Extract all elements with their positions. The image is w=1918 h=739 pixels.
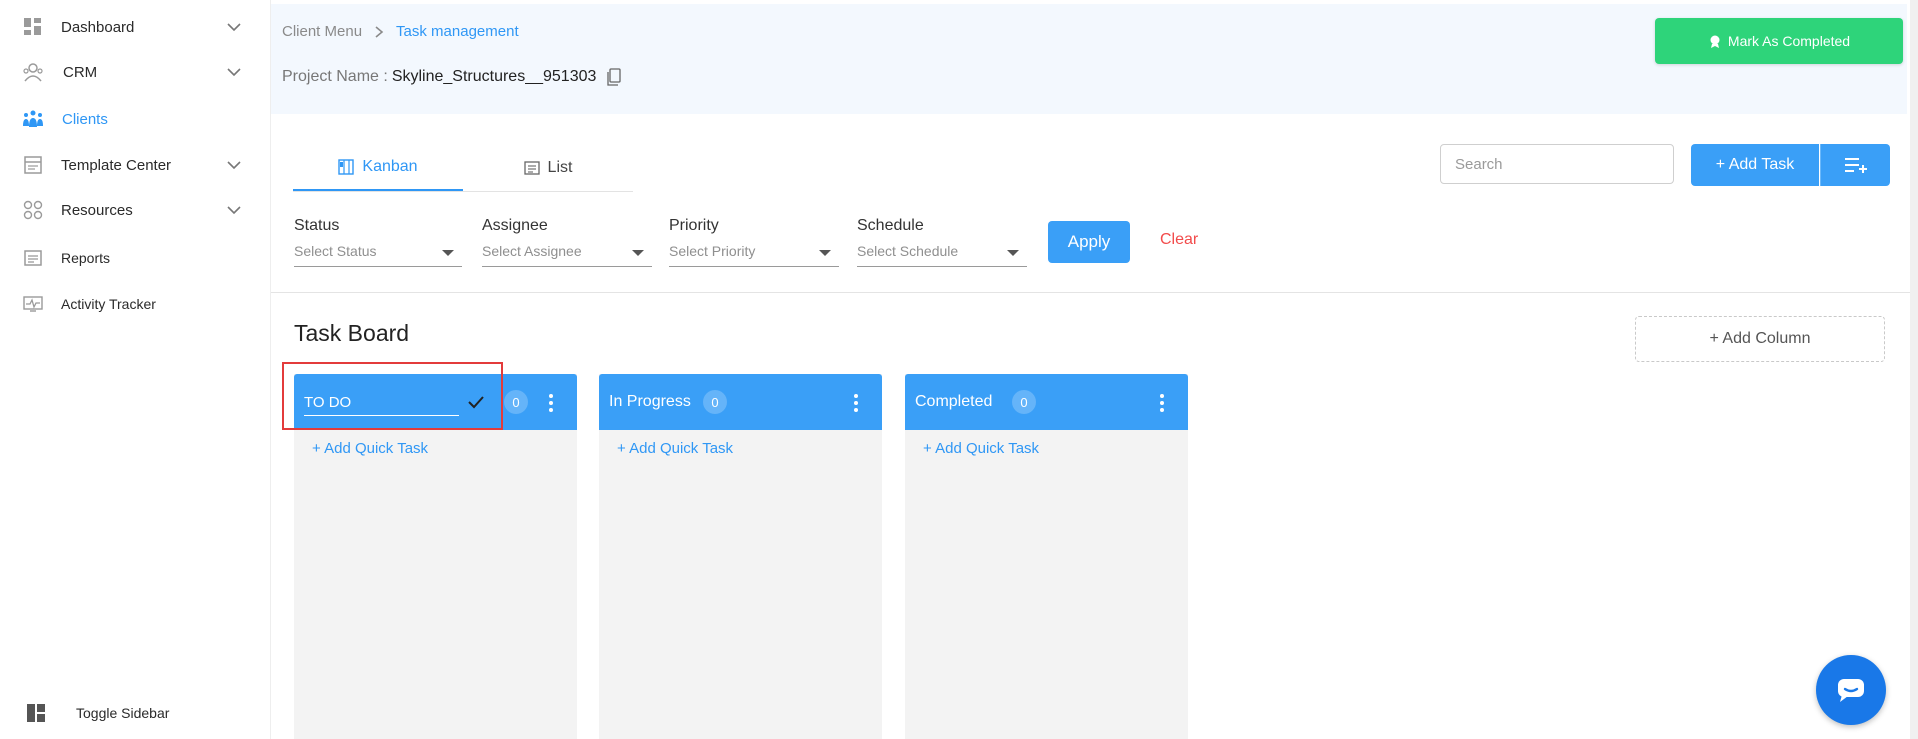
sidebar-item-label: Template Center: [61, 156, 172, 174]
tab-list[interactable]: List: [463, 144, 633, 191]
column-count-badge: 0: [1012, 390, 1036, 414]
search-input[interactable]: [1440, 144, 1674, 184]
more-vert-icon[interactable]: [852, 392, 860, 414]
sidebar-item-crm[interactable]: CRM: [0, 52, 271, 92]
filter-label: Schedule: [857, 217, 924, 234]
chat-icon: [1838, 679, 1864, 702]
caret-down-icon: [632, 250, 644, 256]
schedule-select[interactable]: Select Schedule: [857, 239, 1027, 267]
add-task-button[interactable]: + Add Task: [1691, 144, 1819, 186]
sidebar-item-template-center[interactable]: Template Center: [0, 145, 271, 185]
tab-label: List: [547, 158, 573, 176]
filter-label: Priority: [669, 217, 719, 234]
breadcrumb: Client Menu Task management: [282, 23, 519, 40]
sidebar-item-label: Activity Tracker: [61, 296, 156, 312]
column-title-input[interactable]: [304, 390, 459, 416]
status-select[interactable]: Select Status: [294, 239, 462, 267]
caret-down-icon: [819, 250, 831, 256]
mark-as-completed-label: Mark As Completed: [1727, 33, 1851, 49]
column-header: Completed 0: [905, 374, 1188, 430]
filter-label: Status: [294, 217, 340, 234]
add-task-options-button[interactable]: [1820, 144, 1890, 186]
clear-filters-button[interactable]: Clear: [1160, 231, 1198, 249]
breadcrumb-current: Task management: [396, 23, 519, 40]
filter-status: Status Select Status: [294, 217, 464, 267]
dashboard-icon: [22, 16, 44, 38]
sidebar: Dashboard CRM Clients Template Center Re…: [0, 0, 271, 739]
column-header: In Progress 0: [599, 374, 882, 430]
select-placeholder: Select Priority: [669, 243, 756, 259]
sidebar-item-clients[interactable]: Clients: [0, 99, 271, 139]
layout-icon: [25, 702, 47, 724]
template-icon: [22, 154, 44, 176]
more-vert-icon[interactable]: [547, 392, 555, 414]
priority-select[interactable]: Select Priority: [669, 239, 839, 267]
sidebar-item-label: Resources: [61, 201, 133, 219]
toggle-sidebar-label: Toggle Sidebar: [76, 705, 170, 721]
filter-label: Assignee: [482, 217, 548, 234]
column-header: 0: [294, 374, 577, 430]
tab-kanban[interactable]: Kanban: [293, 144, 463, 191]
filter-assignee: Assignee Select Assignee: [482, 217, 652, 267]
sidebar-item-label: Reports: [61, 250, 111, 266]
select-placeholder: Select Schedule: [857, 243, 959, 259]
apply-filters-button[interactable]: Apply: [1048, 221, 1130, 263]
section-divider: [271, 292, 1918, 293]
sidebar-item-activity-tracker[interactable]: Activity Tracker: [0, 284, 271, 324]
filter-priority: Priority Select Priority: [669, 217, 839, 267]
reports-icon: [22, 247, 44, 269]
sidebar-item-resources[interactable]: Resources: [0, 190, 271, 230]
board-column-todo: 0 + Add Quick Task: [294, 374, 577, 739]
crm-icon: [22, 61, 44, 83]
clients-icon: [22, 108, 44, 130]
mark-as-completed-button[interactable]: Mark As Completed: [1655, 18, 1903, 64]
chevron-down-icon: [227, 23, 241, 32]
list-icon: [523, 160, 540, 175]
add-quick-task-button[interactable]: + Add Quick Task: [617, 440, 733, 457]
project-name-label: Project Name :: [282, 68, 388, 85]
view-tabs: Kanban List: [293, 144, 633, 192]
sidebar-item-label: Dashboard: [61, 18, 135, 36]
copy-icon[interactable]: [606, 68, 622, 86]
kanban-icon: [338, 158, 355, 175]
sidebar-item-label: Clients: [62, 110, 108, 128]
filter-schedule: Schedule Select Schedule: [857, 217, 1027, 267]
column-count-badge: 0: [703, 390, 727, 414]
assignee-select[interactable]: Select Assignee: [482, 239, 652, 267]
chevron-down-icon: [227, 206, 241, 215]
chevron-down-icon: [227, 161, 241, 170]
board-title: Task Board: [294, 320, 410, 346]
add-quick-task-button[interactable]: + Add Quick Task: [923, 440, 1039, 457]
project-name-value: Skyline_Structures__951303: [391, 68, 597, 85]
activity-icon: [22, 293, 44, 315]
chat-widget-button[interactable]: [1816, 655, 1886, 725]
add-column-button[interactable]: + Add Column: [1635, 316, 1885, 362]
select-placeholder: Select Assignee: [482, 243, 582, 259]
sidebar-item-reports[interactable]: Reports: [0, 238, 271, 278]
board-column-in-progress: In Progress 0 + Add Quick Task: [599, 374, 882, 739]
sidebar-item-dashboard[interactable]: Dashboard: [0, 7, 271, 47]
breadcrumb-item[interactable]: Client Menu: [282, 23, 362, 40]
column-title: Completed: [915, 393, 993, 410]
resources-icon: [22, 199, 44, 221]
column-count-badge: 0: [504, 390, 528, 414]
select-placeholder: Select Status: [294, 243, 377, 259]
more-vert-icon[interactable]: [1158, 392, 1166, 414]
add-quick-task-button[interactable]: + Add Quick Task: [312, 440, 428, 457]
playlist-add-icon: [1844, 158, 1867, 173]
caret-down-icon: [442, 250, 454, 256]
project-name-row: Project Name : Skyline_Structures__95130…: [282, 68, 622, 86]
toggle-sidebar-button[interactable]: Toggle Sidebar: [0, 696, 271, 730]
chevron-right-icon: [375, 25, 384, 38]
page-scrollbar[interactable]: [1910, 0, 1918, 739]
check-icon[interactable]: [466, 392, 486, 412]
board-column-completed: Completed 0 + Add Quick Task: [905, 374, 1188, 739]
column-title: In Progress: [609, 393, 691, 410]
badge-icon: [1710, 35, 1720, 48]
tab-label: Kanban: [362, 157, 418, 175]
chevron-down-icon: [227, 68, 241, 77]
caret-down-icon: [1007, 250, 1019, 256]
sidebar-item-label: CRM: [63, 63, 98, 81]
